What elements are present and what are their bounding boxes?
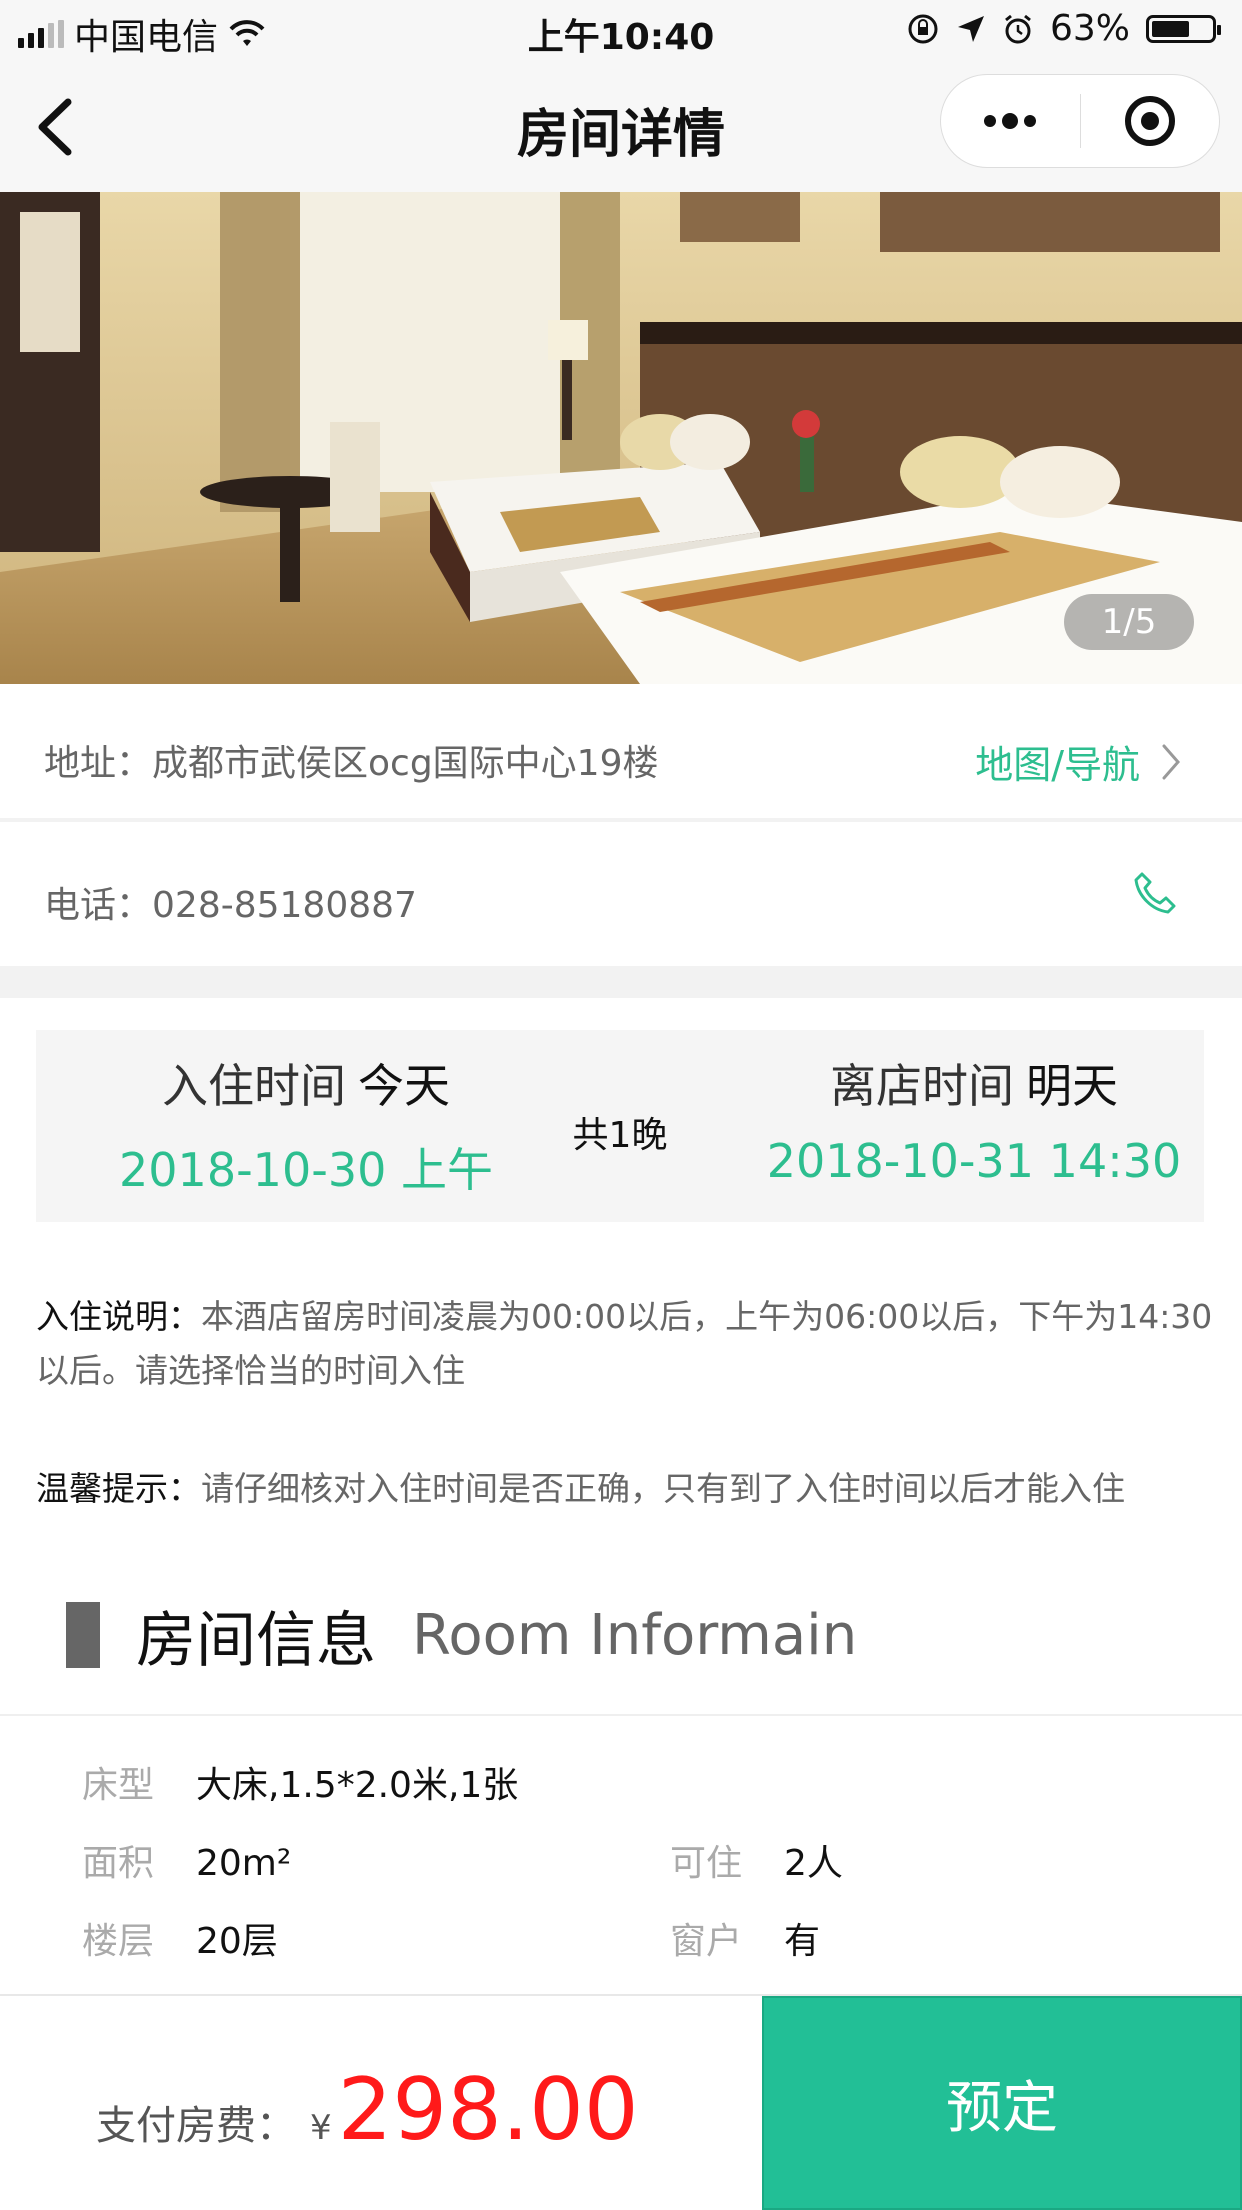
checkout-label: 离店时间 <box>830 1059 1014 1113</box>
address-label: 地址： <box>44 743 153 784</box>
spec-key: 面积 <box>82 1843 155 1884</box>
checkin-notes: 入住说明：本酒店留房时间凌晨为00:00以后，上午为06:00以后，下午为14:… <box>36 1290 1216 1398</box>
currency-symbol: ¥ <box>310 2108 332 2148</box>
battery-fill <box>1152 20 1189 37</box>
address-row: 地址：成都市武侯区ocg国际中心19楼 地图/导航 <box>0 684 1242 822</box>
room-photo <box>0 192 1242 684</box>
phone-row: 电话：028-85180887 <box>0 826 1242 966</box>
checkout-date: 2018-10-31 14:30 <box>766 1134 1182 1188</box>
spec-key: 窗户 <box>670 1921 743 1962</box>
room-info-title-zh: 房间信息 <box>136 1605 376 1676</box>
stay-dates-panel[interactable]: 入住时间 今天 2018-10-30 上午 共1晚 离店时间 明天 2018-10-… <box>36 1030 1204 1222</box>
warm-tip: 温馨提示：请仔细核对入住时间是否正确，只有到了入住时间以后才能入住 <box>36 1462 1216 1516</box>
phone-label: 电话： <box>44 885 153 926</box>
spec-key: 可住 <box>670 1843 743 1884</box>
phone-icon <box>1134 872 1176 914</box>
spec-value: 20层 <box>196 1921 278 1962</box>
rotation-lock-icon <box>908 14 938 43</box>
warm-tip-text: 请仔细核对入住时间是否正确，只有到了入住时间以后才能入住 <box>201 1469 1125 1508</box>
spec-window: 窗户有 <box>670 1912 820 1964</box>
booking-footer: 支付房费： ¥ 298.00 预定 <box>0 1994 1242 2210</box>
checkin-notes-key: 入住说明： <box>36 1297 201 1336</box>
alarm-icon <box>1005 14 1031 43</box>
checkin-day: 今天 <box>358 1059 450 1113</box>
phone-text: 电话：028-85180887 <box>44 876 417 928</box>
spec-key: 床型 <box>82 1765 155 1806</box>
heading-accent-bar <box>66 1602 100 1668</box>
spec-area: 面积 20m² <box>82 1834 291 1886</box>
spec-value: 20m² <box>196 1843 292 1884</box>
status-right: 63% <box>906 8 1221 49</box>
map-navigation-link[interactable]: 地图/导航 <box>975 734 1182 789</box>
price-amount: 298.00 <box>337 2060 639 2160</box>
nav-bar: 房间详情 <box>0 62 1242 192</box>
warm-tip-key: 温馨提示： <box>36 1469 201 1508</box>
address-text: 地址：成都市武侯区ocg国际中心19楼 <box>44 734 659 786</box>
checkout-day: 明天 <box>1026 1059 1118 1113</box>
section-divider <box>0 1714 1242 1716</box>
address-value: 成都市武侯区ocg国际中心19楼 <box>152 743 659 784</box>
battery-percent: 63% <box>1049 8 1130 49</box>
status-bar: 中国电信 上午10:40 63% <box>0 0 1242 62</box>
spec-value: 有 <box>784 1921 821 1962</box>
miniapp-capsule <box>940 74 1220 168</box>
map-link-label: 地图/导航 <box>975 743 1140 787</box>
call-button[interactable] <box>1130 868 1180 922</box>
location-arrow-icon <box>957 15 984 42</box>
room-photo-carousel[interactable] <box>0 192 1242 684</box>
target-circle-icon <box>1124 96 1175 146</box>
checkout-block[interactable]: 离店时间 明天 2018-10-31 14:30 <box>744 1050 1204 1188</box>
payment-summary: 支付房费： ¥ 298.00 <box>96 2060 639 2160</box>
more-dots-icon <box>984 113 1037 129</box>
pay-label: 支付房费： <box>96 2103 296 2149</box>
spec-capacity: 可住 2人 <box>670 1834 843 1886</box>
section-gap <box>0 966 1242 998</box>
photo-counter: 1/5 <box>1064 594 1194 650</box>
battery-icon <box>1146 14 1221 43</box>
spec-bed-type: 床型 大床,1.5*2.0米,1张 <box>82 1756 518 1808</box>
room-info-heading: 房间信息 Room Informain <box>66 1600 858 1676</box>
checkin-notes-text: 本酒店留房时间凌晨为00:00以后，上午为06:00以后，下午为14:30以后。… <box>36 1297 1213 1390</box>
close-miniapp-button[interactable] <box>1081 75 1220 167</box>
checkin-label: 入住时间 <box>162 1059 346 1113</box>
chevron-right-icon <box>1162 744 1180 779</box>
spec-value: 2人 <box>784 1843 843 1884</box>
phone-value: 028-85180887 <box>152 885 417 926</box>
spec-value: 大床,1.5*2.0米,1张 <box>196 1765 519 1806</box>
more-button[interactable] <box>941 75 1080 167</box>
book-button[interactable]: 预定 <box>762 1996 1242 2210</box>
spec-key: 楼层 <box>82 1921 155 1962</box>
room-info-title-en: Room Informain <box>412 1602 858 1668</box>
spec-floor: 楼层 20层 <box>82 1912 278 1964</box>
